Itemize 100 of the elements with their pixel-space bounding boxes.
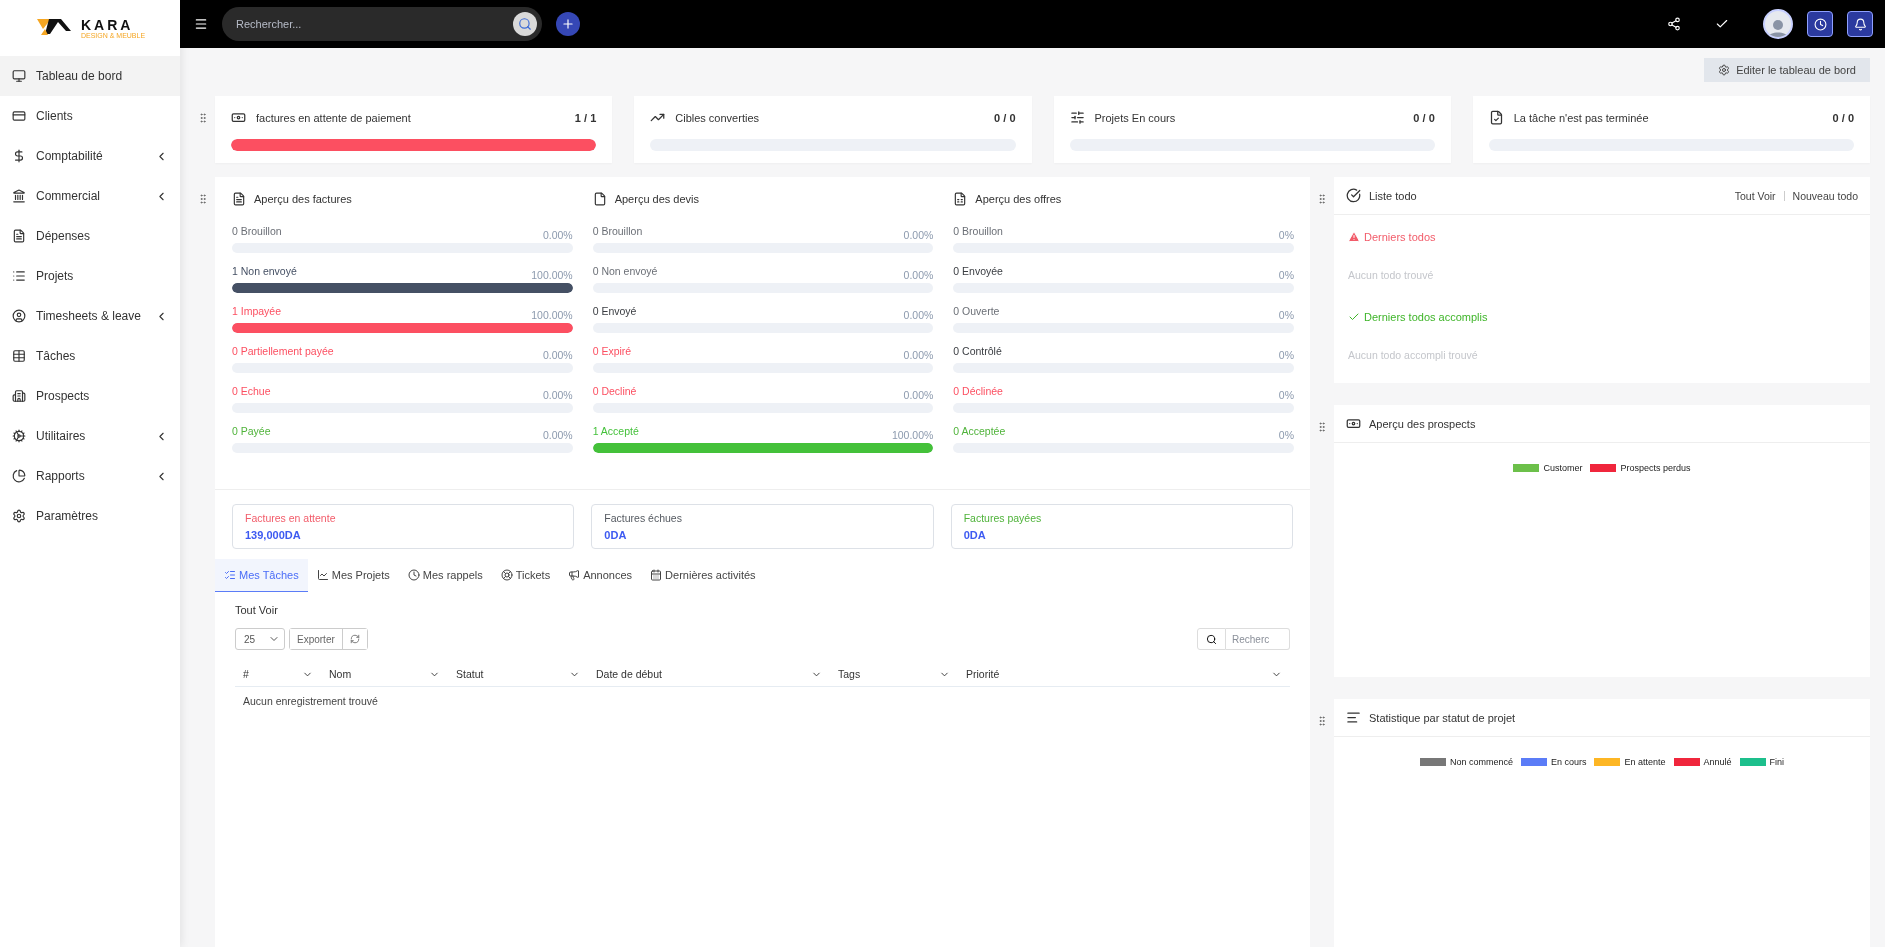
percent-label: 100.00%	[891, 428, 934, 441]
avatar[interactable]	[1763, 9, 1793, 39]
column-header[interactable]: Nom	[321, 662, 448, 686]
summary-label: Factures en attente	[245, 512, 337, 524]
tab-icon	[500, 569, 513, 581]
todo-heading-text: Derniers todos	[1364, 231, 1436, 243]
nav-icon	[12, 429, 26, 443]
menu-icon[interactable]	[194, 17, 208, 31]
sidebar-item[interactable]: Clients	[0, 96, 180, 136]
sidebar-item[interactable]: Tâches	[0, 336, 180, 376]
refresh-icon	[349, 634, 360, 644]
notifications-button[interactable]	[1847, 11, 1873, 37]
percent-label: 0.00%	[542, 228, 573, 241]
tab[interactable]: Mes Projets	[307, 559, 399, 592]
tab[interactable]: Tickets	[491, 559, 560, 592]
empty-message: Aucun todo accompli trouvé	[1348, 349, 1479, 361]
drag-handle-icon[interactable]	[197, 112, 209, 124]
status-label: 0 Expiré	[592, 345, 632, 359]
percent-label: 100.00%	[531, 268, 573, 281]
sidebar-item[interactable]: Projets	[0, 256, 180, 296]
nav-icon	[12, 389, 26, 403]
clock-icon	[1813, 17, 1827, 31]
nav-icon	[12, 509, 26, 523]
todo-link[interactable]: Tout Voir	[1734, 189, 1776, 202]
tab[interactable]: Dernières activités	[641, 559, 765, 592]
todo-link[interactable]: Nouveau todo	[1792, 189, 1858, 202]
column-header[interactable]: Tags	[830, 662, 958, 686]
tab[interactable]: Mes rappels	[398, 559, 492, 592]
edit-dashboard-button[interactable]: Editer le tableau de bord	[1704, 58, 1870, 82]
percent-label: 0%	[1278, 428, 1294, 441]
status-label: 0 Brouillon	[232, 225, 282, 239]
summary-label: Factures échues	[604, 512, 683, 524]
card-icon	[1488, 110, 1504, 125]
table-search-field[interactable]: Recherc	[1226, 628, 1290, 650]
percent-label: 0.00%	[542, 388, 573, 401]
status-label: 0 Partiellement payée	[232, 345, 334, 359]
percent-label: 0%	[1278, 228, 1294, 241]
add-button[interactable]	[556, 12, 580, 36]
legend-label: En attente	[1624, 757, 1666, 767]
card-value: 0 / 0	[994, 111, 1016, 124]
sidebar-item[interactable]: Comptabilité	[0, 136, 180, 176]
nav-icon	[12, 149, 26, 163]
nav-icon	[12, 469, 26, 483]
column-header[interactable]: Priorité	[958, 662, 1290, 686]
status-label: 0 Contrôlé	[953, 345, 1002, 359]
check-icon[interactable]	[1715, 17, 1729, 31]
view-all-link[interactable]: Tout Voir	[235, 604, 1290, 616]
legend-label: Prospects perdus	[1620, 463, 1691, 473]
summary-amount: 0DA	[604, 529, 628, 541]
sidebar-item[interactable]: Dépenses	[0, 216, 180, 256]
sidebar-item[interactable]: Commercial	[0, 176, 180, 216]
empty-message: Aucun todo trouvé	[1348, 269, 1435, 281]
clock-button[interactable]	[1807, 11, 1833, 37]
empty-message: Aucun enregistrement trouvé	[242, 695, 379, 707]
refresh-button[interactable]	[341, 629, 367, 649]
sidebar-item[interactable]: Paramètres	[0, 496, 180, 536]
sidebar-item[interactable]: Prospects	[0, 376, 180, 416]
sidebar-item[interactable]: Timesheets & leave	[0, 296, 180, 336]
status-label: 0 Envoyé	[592, 305, 637, 319]
search-field[interactable]: Rechercher...	[222, 7, 542, 41]
tab[interactable]: Mes Tâches	[215, 559, 308, 592]
drag-handle-icon[interactable]	[1316, 715, 1328, 727]
percent-label: 0%	[1278, 308, 1294, 321]
summary-amount: 139,000DA	[245, 529, 302, 541]
drag-handle-icon[interactable]	[197, 193, 209, 205]
column-header[interactable]: Statut	[448, 662, 588, 686]
sidebar-item[interactable]: Tableau de bord	[0, 56, 180, 96]
bars-icon	[1346, 710, 1361, 725]
sidebar-item[interactable]: Rapports	[0, 456, 180, 496]
nav-icon	[12, 69, 26, 83]
percent-label: 0.00%	[903, 388, 934, 401]
panel-title: Liste todo	[1369, 189, 1418, 202]
tab[interactable]: Annonces	[559, 559, 642, 592]
column-header[interactable]: #	[235, 662, 321, 686]
status-label: 0 Déclinée	[953, 385, 1003, 399]
column-header[interactable]: Date de début	[588, 662, 830, 686]
money-icon	[1346, 416, 1361, 431]
todo-heading-text: Derniers todos accomplis	[1364, 311, 1488, 323]
nav-icon	[12, 109, 26, 123]
share-icon[interactable]	[1667, 17, 1681, 31]
percent-label: 0.00%	[903, 228, 934, 241]
drag-handle-icon[interactable]	[1316, 193, 1328, 205]
legend-label: Fini	[1769, 757, 1785, 767]
status-label: 0 Payée	[232, 425, 271, 439]
percent-label: 0%	[1278, 268, 1294, 281]
legend-label: En cours	[1550, 757, 1587, 767]
check-circle-icon	[1346, 188, 1361, 203]
nav-icon	[12, 269, 26, 283]
sidebar-item[interactable]: Utilitaires	[0, 416, 180, 456]
document-icon	[232, 192, 246, 206]
percent-label: 0.00%	[903, 308, 934, 321]
status-label: 1 Impayée	[232, 305, 282, 319]
percent-label: 0%	[1278, 348, 1294, 361]
search-button[interactable]	[1197, 628, 1226, 650]
percent-label: 0.00%	[542, 348, 573, 361]
legend-label: Customer	[1543, 463, 1583, 473]
status-label: 0 Envoyée	[953, 265, 1003, 279]
drag-handle-icon[interactable]	[1316, 421, 1328, 433]
page-size-select[interactable]: 25	[235, 628, 285, 650]
status-label: 0 Acceptée	[953, 425, 1006, 439]
